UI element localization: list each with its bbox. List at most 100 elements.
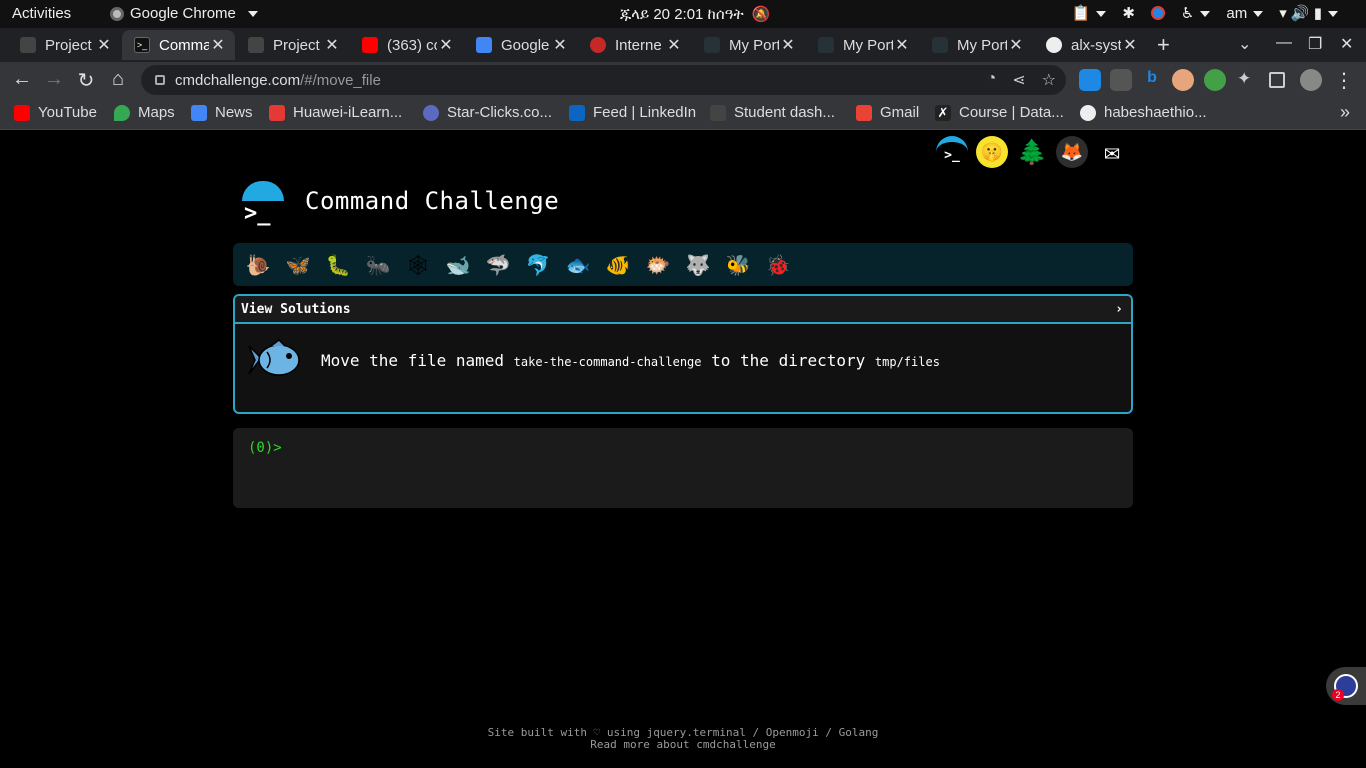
clipboard-icon[interactable]: 📋 — [1072, 4, 1107, 22]
close-icon[interactable]: ✕ — [323, 35, 341, 55]
bookmark-maps[interactable]: Maps — [114, 104, 175, 121]
level-whale-icon[interactable]: 🐋 — [441, 248, 475, 282]
new-tab-button[interactable]: + — [1157, 32, 1170, 58]
app-menu[interactable]: Google Chrome — [110, 5, 258, 22]
terminal[interactable]: (0)> — [233, 428, 1133, 508]
tab-search-icon[interactable]: ⌄ — [1238, 34, 1251, 54]
performance-icon[interactable]: ◔ — [987, 70, 997, 90]
mail-icon[interactable]: ✉ — [1096, 136, 1128, 168]
level-dolphin-icon[interactable]: 🐬 — [521, 248, 555, 282]
level-ant-icon[interactable]: 🐜 — [361, 248, 395, 282]
close-icon[interactable]: ✕ — [551, 35, 569, 55]
tab-project-2[interactable]: Project ✕ — [236, 30, 349, 60]
tab-my-portfolio-1[interactable]: My Port ✕ — [692, 30, 805, 60]
logo-dome — [242, 181, 284, 201]
gear-icon — [423, 104, 439, 121]
bookmark-news[interactable]: News — [191, 104, 253, 121]
bookmark-youtube[interactable]: YouTube — [14, 104, 97, 121]
level-spider-web-icon[interactable]: 🕸 — [401, 248, 435, 282]
footer-about-link[interactable]: Read more about cmdchallenge — [0, 739, 1366, 751]
close-icon[interactable]: ✕ — [1121, 35, 1139, 55]
view-solutions-toggle[interactable]: View Solutions › — [235, 296, 1131, 324]
slack-icon[interactable]: ✱ — [1122, 4, 1135, 22]
bing-extension-icon[interactable]: b — [1141, 69, 1163, 91]
level-fish-icon[interactable]: 🐟 — [561, 248, 595, 282]
system-tray[interactable]: 📋 ✱ ♿ am ▾ 🔊 ▮ — [1072, 4, 1338, 22]
activities-button[interactable]: Activities — [12, 5, 71, 22]
page-title: Command Challenge — [305, 187, 560, 215]
bookmark-label: Huawei-iLearn... — [293, 104, 403, 121]
restore-button[interactable]: ❐ — [1308, 34, 1322, 54]
bookmark-student-dash[interactable]: Student dash... — [710, 104, 835, 121]
accessibility-icon[interactable]: ♿ — [1181, 4, 1211, 22]
tab-favicon-icon — [818, 37, 834, 53]
system-status-menu[interactable]: ▾ 🔊 ▮ — [1279, 4, 1338, 22]
close-icon[interactable]: ✕ — [779, 35, 797, 55]
bookmark-star-clicks[interactable]: Star-Clicks.co... — [423, 104, 552, 121]
tab-youtube[interactable]: (363) co ✕ — [350, 30, 463, 60]
level-ladybug-icon[interactable]: 🐞 — [761, 248, 795, 282]
menu-kebab-icon[interactable]: ⋮ — [1332, 68, 1356, 93]
extensions-puzzle-icon[interactable]: ✦ — [1237, 69, 1259, 91]
level-wolf-icon[interactable]: 🐺 — [681, 248, 715, 282]
reload-button[interactable]: ↻ — [74, 68, 98, 93]
level-pufferfish-icon[interactable]: 🐡 — [641, 248, 675, 282]
plus-extension-icon[interactable] — [1204, 69, 1226, 91]
forward-button[interactable]: → — [42, 68, 66, 91]
bookmark-huawei[interactable]: Huawei-iLearn... — [269, 104, 402, 121]
close-icon[interactable]: ✕ — [437, 35, 455, 55]
home-button[interactable]: ⌂ — [106, 68, 130, 91]
notification-badge: 2 — [1332, 689, 1344, 701]
download-extension-icon[interactable] — [1079, 69, 1101, 91]
close-icon[interactable]: ✕ — [95, 35, 113, 55]
bookmark-linkedin[interactable]: Feed | LinkedIn — [569, 104, 696, 121]
tab-google[interactable]: Google ✕ — [464, 30, 577, 60]
terminal-favicon-icon: >_ — [134, 37, 150, 53]
challenge-prefix: Move the file named — [321, 350, 514, 370]
lock-icon[interactable] — [155, 75, 165, 85]
cmdchallenge-icon[interactable]: >_ — [936, 136, 968, 168]
bookmarks-overflow-icon[interactable]: » — [1340, 102, 1350, 123]
tab-my-portfolio-3[interactable]: My Port ✕ — [920, 30, 1033, 60]
github-favicon-icon — [1046, 37, 1062, 53]
share-icon[interactable]: ⋖ — [1012, 70, 1025, 90]
shushing-face-icon[interactable]: 🤫 — [976, 136, 1008, 168]
bookmark-gmail[interactable]: Gmail — [856, 104, 919, 121]
gitlab-icon[interactable]: 🦊 — [1056, 136, 1088, 168]
face-extension-icon[interactable] — [1172, 69, 1194, 91]
tab-alx-system[interactable]: alx-syst ✕ — [1034, 30, 1147, 60]
bookmark-star-icon[interactable]: ☆ — [1042, 70, 1056, 90]
bookmark-github[interactable]: habeshaethio... — [1080, 104, 1207, 121]
tab-command-challenge[interactable]: >_ Comma ✕ — [122, 30, 235, 60]
close-icon[interactable]: ✕ — [209, 35, 227, 55]
level-snail-icon[interactable]: 🐌 — [241, 248, 275, 282]
tab-project-1[interactable]: Project ✕ — [8, 30, 121, 60]
bookmark-course[interactable]: ✗ Course | Data... — [935, 104, 1064, 121]
tab-internet[interactable]: Interne ✕ — [578, 30, 691, 60]
address-bar[interactable]: cmdchallenge.com /#/move_file ◔ ⋖ ☆ — [141, 65, 1066, 95]
close-icon[interactable]: ✕ — [665, 35, 683, 55]
tree-icon[interactable]: 🌲 — [1016, 136, 1048, 168]
side-panel-icon[interactable] — [1269, 72, 1285, 88]
close-icon[interactable]: ✕ — [1007, 35, 1025, 55]
level-caterpillar-icon[interactable]: 🐛 — [321, 248, 355, 282]
language-selector[interactable]: am — [1226, 4, 1264, 22]
clock[interactable]: ጁላይ 20 2:01 ከሰዓት 🔕 — [620, 5, 770, 24]
chevron-right-icon: › — [1115, 301, 1123, 317]
close-window-button[interactable]: ✕ — [1340, 34, 1353, 54]
level-bee-icon[interactable]: 🐝 — [721, 248, 755, 282]
language-label: am — [1226, 4, 1248, 22]
off-extension-icon[interactable] — [1110, 69, 1132, 91]
tab-my-portfolio-2[interactable]: My Port ✕ — [806, 30, 919, 60]
level-butterfly-icon[interactable]: 🦋 — [281, 248, 315, 282]
level-shark-icon[interactable]: 🦈 — [481, 248, 515, 282]
close-icon[interactable]: ✕ — [893, 35, 911, 55]
google-calendar-favicon-icon — [476, 37, 492, 53]
profile-avatar[interactable] — [1300, 69, 1322, 91]
chat-widget-button[interactable]: 2 — [1326, 667, 1366, 705]
maps-icon — [114, 104, 130, 121]
level-tropical-fish-icon[interactable]: 🐠 — [601, 248, 635, 282]
back-button[interactable]: ← — [10, 68, 34, 91]
record-icon[interactable] — [1150, 6, 1165, 20]
minimize-button[interactable]: — — [1276, 34, 1292, 52]
